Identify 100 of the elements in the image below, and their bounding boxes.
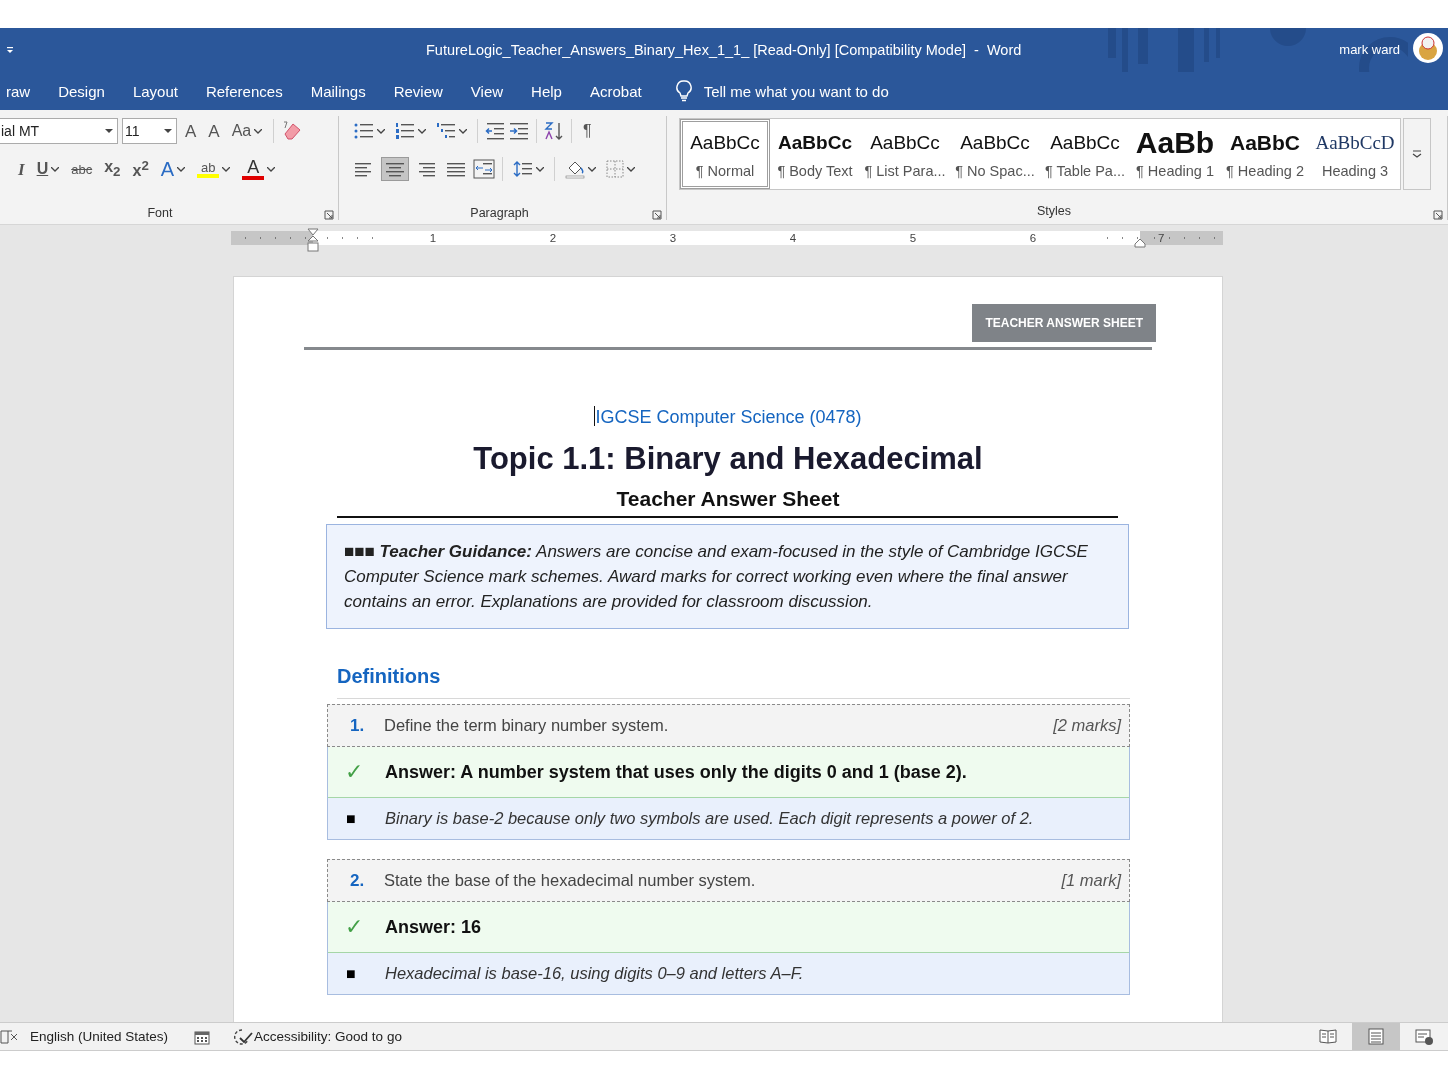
align-left-icon xyxy=(354,160,374,178)
style-item[interactable]: AaBbCc ¶ Body Text xyxy=(770,119,860,189)
ribbon-tab[interactable]: Design xyxy=(44,78,119,104)
answer-text: Answer: 16 xyxy=(385,916,482,938)
grow-font-button[interactable]: A xyxy=(181,120,201,142)
dropdown-arrow-icon xyxy=(105,128,113,134)
line-spacing-icon xyxy=(513,160,533,178)
style-item[interactable]: AaBbCcD Heading 3 xyxy=(1310,119,1400,189)
ribbon-tab[interactable]: View xyxy=(456,78,518,104)
font-color-button[interactable]: A xyxy=(238,156,280,182)
dialog-launcher-icon[interactable] xyxy=(652,210,662,220)
caret-icon xyxy=(627,166,635,172)
sort-icon[interactable] xyxy=(544,121,564,141)
explanation-text: Hexadecimal is base-16, using digits 0–9 and letters A–F. xyxy=(385,964,804,983)
dialog-launcher-icon[interactable] xyxy=(1433,210,1443,220)
highlight-button[interactable]: ab xyxy=(193,158,235,180)
align-justify-icon xyxy=(446,160,466,178)
caret-icon xyxy=(418,128,426,134)
ruler-number: 6 xyxy=(1027,232,1039,244)
question-number: 2. xyxy=(350,870,366,891)
style-preview: AaBbCc xyxy=(1050,131,1120,155)
ribbon-tab[interactable]: Help xyxy=(517,78,576,104)
ribbon-tab[interactable]: Review xyxy=(379,78,457,104)
group-label: Styles xyxy=(1035,204,1072,218)
style-preview: AaBbCcD xyxy=(1315,131,1395,155)
ribbon-tab[interactable]: raw xyxy=(0,78,45,104)
caret-icon xyxy=(459,128,467,134)
section-heading: Definitions xyxy=(337,665,1130,699)
window-title: FutureLogic_Teacher_Answers_Binary_Hex_1_1_ [Read-Only] [Compatibility Mode] - Word xyxy=(426,42,1022,58)
style-item[interactable]: AaBbCc ¶ List Para... xyxy=(860,119,950,189)
macro-icon[interactable] xyxy=(194,1028,211,1045)
text-direction-icon[interactable] xyxy=(473,159,495,179)
shrink-font-button[interactable]: A xyxy=(204,120,224,142)
indent-marker-icon[interactable] xyxy=(1134,238,1146,248)
proofing-icon[interactable] xyxy=(0,1028,18,1045)
ruler-number: 1 xyxy=(427,232,439,244)
style-item[interactable]: AaBbC ¶ Heading 2 xyxy=(1220,119,1310,189)
explanation-text: Binary is base-2 because only two symbols are used. Each digit represents a power of 2. xyxy=(385,809,1034,828)
bullets-icon xyxy=(354,122,374,140)
underline-button[interactable]: U xyxy=(32,159,64,179)
user-name[interactable]: mark ward xyxy=(1339,42,1400,57)
dialog-launcher-icon[interactable] xyxy=(324,210,334,220)
italic-button[interactable]: I xyxy=(0,158,29,180)
decrease-indent-icon[interactable] xyxy=(485,122,505,140)
ribbon-tab[interactable]: References xyxy=(191,78,297,104)
group-label: Paragraph xyxy=(469,206,530,220)
style-preview: AaBbCc xyxy=(690,131,760,155)
caret-icon xyxy=(254,128,263,134)
style-item[interactable]: AaBbCc ¶ Table Pa... xyxy=(1040,119,1130,189)
indent-marker-icon[interactable] xyxy=(307,228,319,252)
strikethrough-button[interactable]: abc xyxy=(67,160,97,178)
font-size-field[interactable]: 11 xyxy=(122,118,177,144)
style-name: ¶ Normal xyxy=(695,163,755,179)
style-name: ¶ List Para... xyxy=(864,163,946,179)
style-name: ¶ Table Pa... xyxy=(1044,163,1126,179)
lightbulb-icon xyxy=(675,80,692,102)
show-marks-button[interactable]: ¶ xyxy=(579,120,596,142)
bullet-mark: ■ xyxy=(346,809,357,828)
page-icon xyxy=(1367,1027,1385,1046)
style-preview: AaBb xyxy=(1135,129,1215,157)
document-title: Topic 1.1: Binary and Hexadecimal xyxy=(472,441,984,477)
avatar-icon[interactable] xyxy=(1413,33,1443,63)
increase-indent-icon[interactable] xyxy=(509,122,529,140)
caret-icon xyxy=(536,166,544,172)
guidance-note: ■■■ Teacher Guidance: Answers are concise and exam-focused in the style of Cambridge IGCSE Computer Science mark schemes. Award marks for correct working even where the final answer contains an error. Explanations are provided for classroom discussion. xyxy=(326,524,1129,629)
bullet-mark: ■ xyxy=(346,964,357,983)
style-item[interactable]: AaBbCc ¶ No Spac... xyxy=(950,119,1040,189)
question-text: Define the term binary number system. xyxy=(384,716,670,735)
document-subtitle: Teacher Answer Sheet xyxy=(615,487,841,511)
expand-icon xyxy=(1412,150,1422,158)
style-item[interactable]: AaBbCc ¶ Normal xyxy=(680,119,770,189)
ruler-number: 7 xyxy=(1158,232,1165,244)
change-case-button[interactable]: Aa xyxy=(227,121,267,141)
accessibility-check-icon[interactable] xyxy=(232,1027,255,1046)
check-mark: ✓ xyxy=(345,759,364,785)
quick-access-icon[interactable] xyxy=(6,46,14,54)
ruler-number: 3 xyxy=(667,232,679,244)
ribbon-tab[interactable]: Layout xyxy=(118,78,192,104)
ruler-number: 5 xyxy=(907,232,919,244)
caret-icon xyxy=(588,166,596,172)
text-effects-button[interactable]: A xyxy=(156,157,190,181)
answer-text: Answer: A number system that uses only the digits 0 and 1 (base 2). xyxy=(385,761,967,783)
question-text: State the base of the hexadecimal number system. xyxy=(384,871,757,890)
print-view-button[interactable] xyxy=(1352,1023,1400,1050)
ruler-number: 4 xyxy=(787,232,799,244)
superscript-button[interactable]: x$^{2}$ xyxy=(128,156,153,182)
ribbon-tab[interactable]: Mailings xyxy=(296,78,380,104)
font-name-field[interactable]: ial MT xyxy=(0,118,118,144)
dropdown-arrow-icon xyxy=(164,128,172,134)
ribbon-tab[interactable]: Acrobat xyxy=(575,78,656,104)
accessibility-status[interactable]: Accessibility: Good to go xyxy=(254,1029,402,1044)
style-item[interactable]: AaBb ¶ Heading 1 xyxy=(1130,119,1220,189)
tell-me-field[interactable]: Tell me what you want to do xyxy=(703,82,964,100)
align-center-button[interactable] xyxy=(381,157,409,181)
header-badge: TEACHER ANSWER SHEET xyxy=(972,304,1156,342)
language-status[interactable]: English (United States) xyxy=(30,1029,169,1044)
subscript-button[interactable]: x$_{2}$ xyxy=(100,157,125,181)
check-mark: ✓ xyxy=(345,914,364,940)
style-name: Heading 3 xyxy=(1321,163,1389,179)
style-preview: AaBbCc xyxy=(778,131,852,155)
